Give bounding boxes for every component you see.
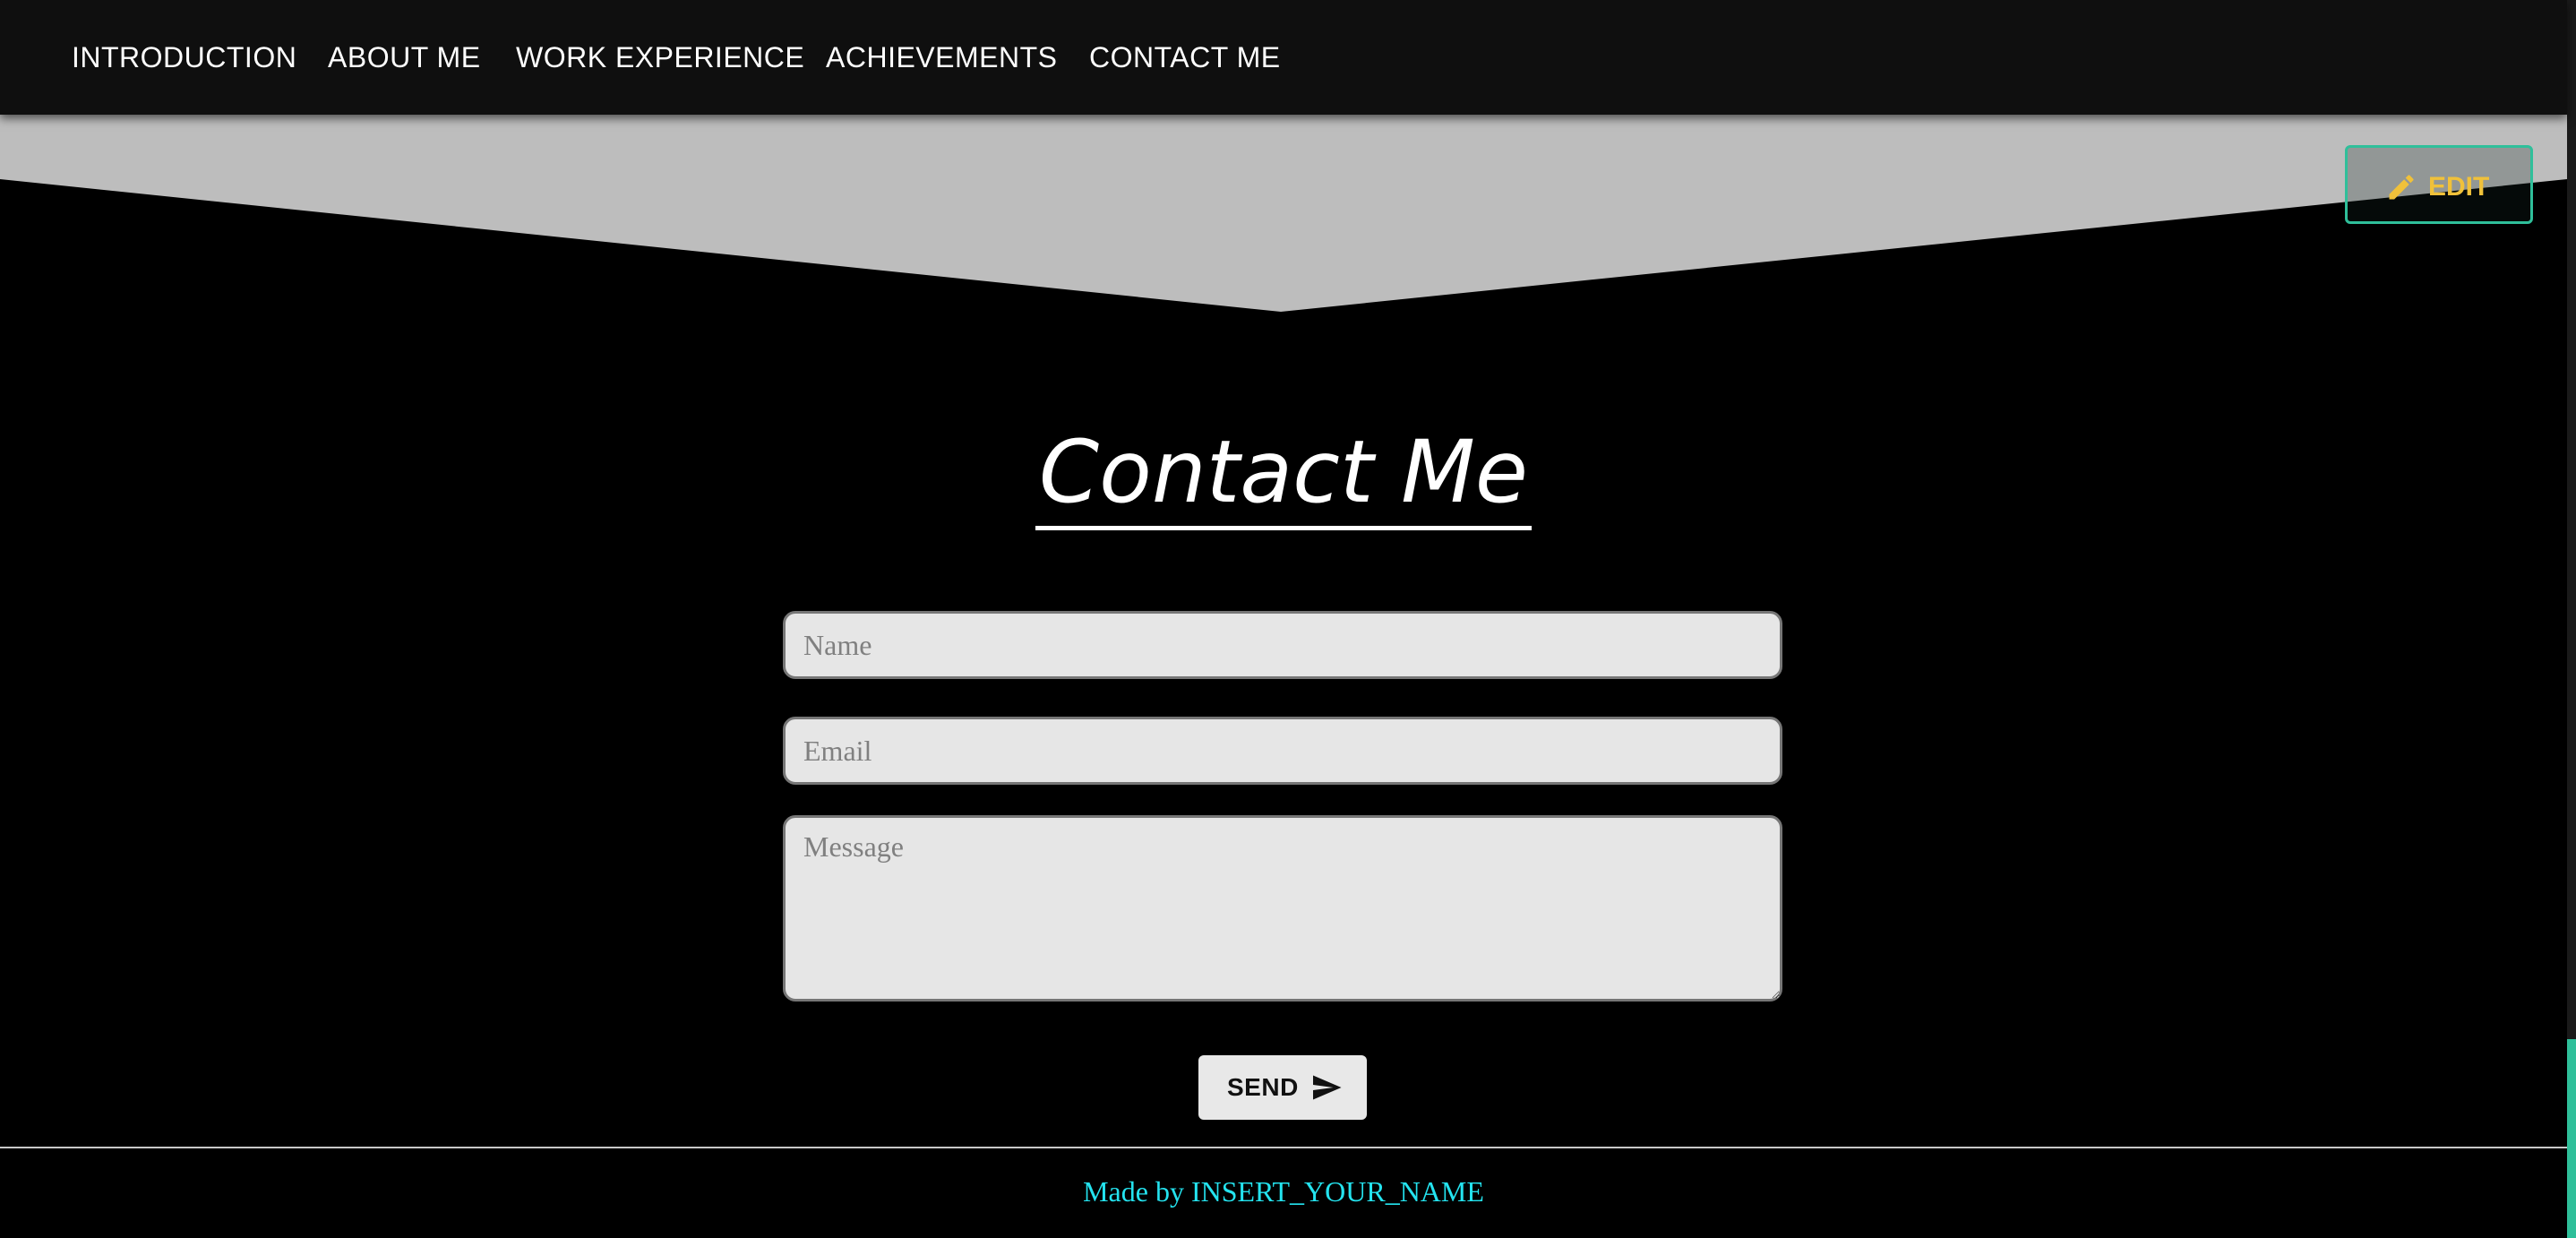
contact-title-text: Contact Me [1035,422,1532,530]
name-input[interactable] [783,611,1782,679]
scrollbar-thumb[interactable] [2567,1039,2576,1238]
contact-title: Contact Me [0,414,2567,530]
send-button[interactable]: SEND [1198,1055,1367,1120]
nav-item-contact-me[interactable]: CONTACT ME [1089,39,1281,75]
footer-divider [0,1147,2567,1148]
window-edge [2567,0,2576,1039]
edit-button[interactable]: EDIT [2345,145,2533,224]
nav-item-about-me[interactable]: ABOUT ME [328,39,481,75]
footer-credit: Made by INSERT_YOUR_NAME [1083,1175,1484,1208]
send-icon [1313,1075,1342,1100]
top-navbar: INTRODUCTION ABOUT ME WORK EXPERIENCE AC… [0,0,2567,115]
nav-item-introduction[interactable]: INTRODUCTION [72,39,296,75]
decorative-chevron-band [0,115,2567,312]
message-textarea[interactable] [783,815,1782,1002]
edit-label: EDIT [2428,172,2490,202]
nav-item-achievements[interactable]: ACHIEVEMENTS [826,39,1057,75]
send-label: SEND [1227,1073,1299,1101]
pencil-icon [2389,175,2414,200]
nav-item-work-experience[interactable]: WORK EXPERIENCE [516,39,804,75]
email-input[interactable] [783,717,1782,785]
